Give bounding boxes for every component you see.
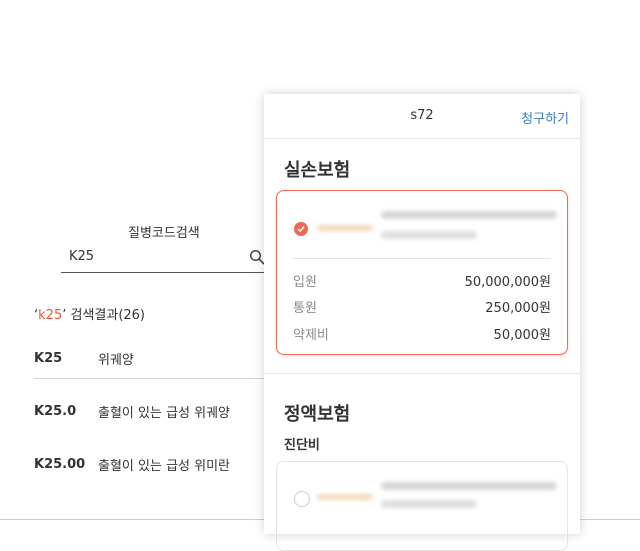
amount-value: 250,000원 [485,301,551,316]
amount-value: 50,000,000원 [464,275,551,290]
result-name: 위궤양 [98,352,134,368]
card-divider [293,258,551,259]
diagnosis-subtitle: 진단비 [284,438,320,453]
blurred-policy-name [381,211,557,219]
search-icon[interactable] [249,249,265,265]
fixed-policy-card[interactable] [276,461,568,551]
search-input[interactable] [61,242,239,270]
result-name: 출혈이 있는 급성 위미란 [98,458,230,474]
blurred-policy-detail [381,500,477,508]
section-separator [264,373,580,374]
amount-value: 50,000원 [493,328,551,343]
amount-label: 입원 [293,275,317,290]
result-item[interactable]: K25 위궤양 [34,338,268,379]
result-count: ’ 검색결과(26) [62,308,146,323]
claim-button[interactable]: 청구하기 [521,108,569,127]
result-code: K25 [34,350,63,366]
result-keyword: k25 [38,308,63,323]
amount-row-inpatient: 입원 50,000,000원 [293,271,551,291]
blurred-policy-name [381,482,557,490]
panel-header: s72 청구하기 [264,94,580,139]
search-title: 질병코드검색 [128,226,200,241]
insurance-panel: s72 청구하기 실손보험 입원 50,000,000원 통원 250,000원… [264,94,580,551]
result-code: K25.0 [34,403,77,419]
amount-label: 약제비 [293,328,329,343]
blurred-insurer-logo [317,494,373,500]
fixed-insurance-title: 정액보험 [284,404,351,425]
result-list: K25 위궤양 K25.0 출혈이 있는 급성 위궤양 K25.00 출혈이 있… [34,338,268,484]
amount-row-outpatient: 통원 250,000원 [293,297,551,317]
result-caption: ‘k25’ 검색결과(26) [34,304,145,323]
search-field[interactable] [61,242,267,273]
checkbox-checked-icon[interactable] [294,222,308,236]
indemnity-policy-card[interactable]: 입원 50,000,000원 통원 250,000원 약제비 50,000원 [276,190,568,355]
result-name: 출혈이 있는 급성 위궤양 [98,405,230,421]
amount-row-pharmacy: 약제비 50,000원 [293,324,551,344]
checkbox-unchecked-icon[interactable] [294,491,310,507]
amount-label: 통원 [293,301,317,316]
result-code: K25.00 [34,456,86,472]
result-item[interactable]: K25.0 출혈이 있는 급성 위궤양 [34,391,268,431]
result-item[interactable]: K25.00 출혈이 있는 급성 위미란 [34,444,268,484]
blurred-insurer-logo [317,225,373,231]
indemnity-insurance-title: 실손보험 [284,160,351,181]
blurred-policy-detail [381,231,477,239]
